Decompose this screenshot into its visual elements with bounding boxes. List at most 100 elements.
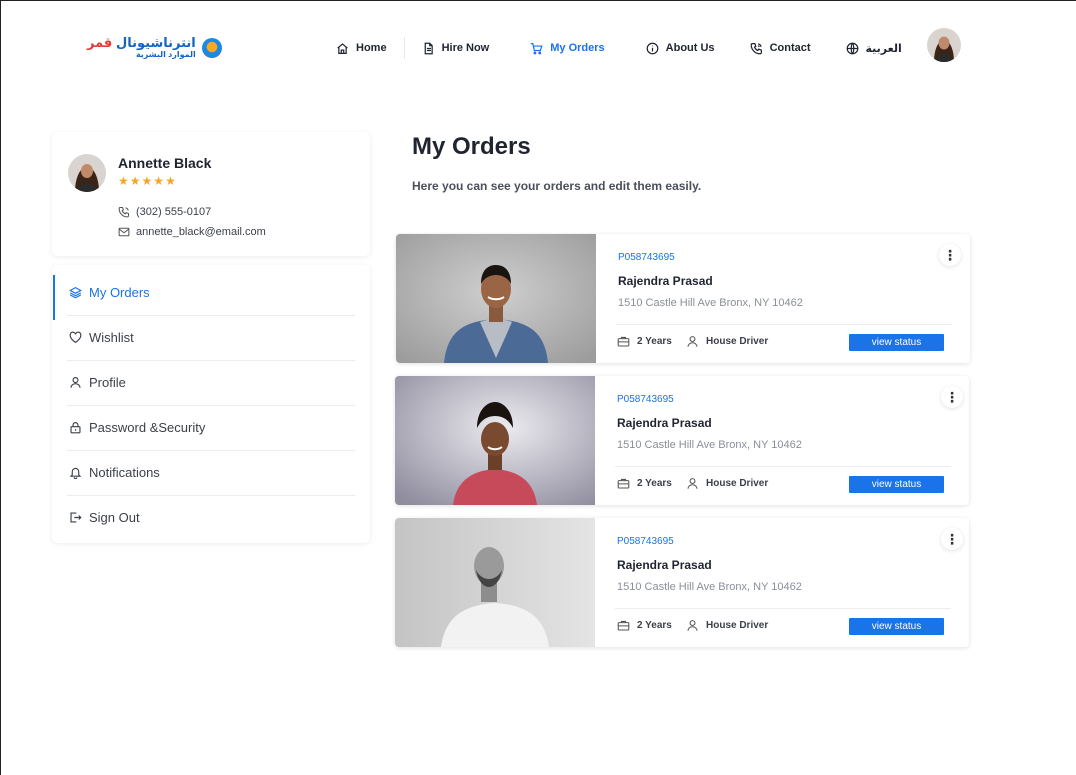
experience-text: 2 Years (637, 620, 672, 631)
sidebar-item-sign-out[interactable]: Sign Out (52, 495, 370, 540)
candidate-name: Rajendra Prasad (618, 274, 713, 288)
page-subtitle: Here you can see your orders and edit th… (412, 179, 702, 193)
profile-card: Annette Black ★ ★ ★ ★ ★ (302) 555-0107 a… (52, 132, 370, 256)
order-id[interactable]: P058743695 (617, 394, 674, 405)
nav-my-orders[interactable]: My Orders (530, 42, 605, 55)
nav-my-orders-label: My Orders (550, 42, 605, 54)
logo-name-part2: انترناشيونال (115, 35, 196, 50)
user-icon (70, 377, 81, 388)
candidate-photo-image (396, 234, 596, 363)
sign-out-icon (70, 512, 82, 523)
order-id[interactable]: P058743695 (617, 536, 674, 547)
phone-icon (118, 206, 130, 218)
sidebar-item-label: Password &Security (89, 420, 206, 435)
experience-text: 2 Years (637, 478, 672, 489)
profile-phone-text: (302) 555-0107 (136, 206, 212, 218)
home-icon (337, 42, 348, 54)
sidebar-item-notifications[interactable]: Notifications (52, 450, 370, 495)
logo-emblem-icon (201, 37, 222, 58)
candidate-photo (396, 234, 596, 363)
sidebar-item-label: My Orders (89, 285, 150, 300)
briefcase-icon (617, 478, 630, 489)
sidebar-item-label: Profile (89, 375, 126, 390)
layers-icon (69, 286, 82, 299)
candidate-photo (395, 376, 595, 505)
profile-email: annette_black@email.com (118, 226, 266, 238)
cart-icon (531, 42, 543, 54)
view-status-button[interactable]: view status (849, 618, 944, 635)
order-role: House Driver (686, 619, 768, 632)
order-experience: 2 Years (617, 477, 672, 490)
avatar-image (68, 154, 106, 192)
experience-text: 2 Years (637, 336, 672, 347)
view-status-button[interactable]: view status (849, 334, 944, 351)
sidebar-item-my-orders[interactable]: My Orders (52, 270, 370, 320)
header-avatar[interactable] (927, 28, 961, 62)
logo-tagline: الموارد البشرية (135, 50, 196, 59)
candidate-name: Rajendra Prasad (617, 416, 712, 430)
view-status-button[interactable]: view status (849, 476, 944, 493)
profile-avatar (68, 154, 106, 192)
nav-hire-now[interactable]: Hire Now (422, 42, 490, 55)
nav-language[interactable]: العربية (846, 42, 902, 55)
brand-logo[interactable]: انترناشيونال قمر الموارد البشرية (87, 36, 222, 59)
user-icon (687, 478, 698, 489)
sidebar-menu: My Orders Wishlist Profile Password &Sec… (52, 265, 370, 543)
user-icon (687, 336, 698, 347)
nav-language-label: العربية (865, 42, 902, 55)
briefcase-icon (617, 336, 630, 347)
order-role: House Driver (686, 477, 768, 490)
role-text: House Driver (706, 336, 769, 347)
more-options-icon[interactable]: ⋮ (941, 528, 963, 550)
avatar-image (927, 28, 961, 62)
star-icon: ★ (153, 174, 165, 188)
sidebar-item-label: Wishlist (89, 330, 134, 345)
star-icon: ★ (129, 174, 141, 188)
lock-icon (70, 422, 81, 434)
star-icon: ★ (118, 174, 129, 188)
order-experience: 2 Years (617, 335, 672, 348)
role-text: House Driver (706, 478, 769, 489)
order-divider (615, 466, 951, 467)
order-experience: 2 Years (617, 619, 672, 632)
nav-home[interactable]: Home (336, 42, 387, 55)
rating-stars: ★ ★ ★ ★ ★ (118, 175, 176, 187)
order-id[interactable]: P058743695 (618, 252, 675, 263)
info-icon (646, 42, 659, 54)
sidebar-item-wishlist[interactable]: Wishlist (52, 315, 370, 360)
order-role: House Driver (686, 335, 768, 348)
document-icon (424, 42, 433, 54)
sidebar-item-label: Sign Out (89, 510, 140, 525)
nav-about-us[interactable]: About Us (646, 42, 715, 55)
profile-phone: (302) 555-0107 (118, 206, 211, 218)
sidebar-item-password-security[interactable]: Password &Security (52, 405, 370, 450)
star-icon: ★ (141, 174, 153, 188)
nav-separator (403, 37, 405, 59)
logo-name: انترناشيونال قمر (87, 36, 196, 49)
candidate-photo-image (395, 518, 595, 647)
sidebar-item-profile[interactable]: Profile (52, 360, 370, 405)
candidate-address: 1510 Castle Hill Ave Bronx, NY 10462 (617, 581, 802, 593)
order-card[interactable]: P058743695 Rajendra Prasad 1510 Castle H… (395, 518, 969, 647)
bell-icon (69, 467, 82, 479)
profile-email-text: annette_black@email.com (136, 226, 266, 238)
order-divider (615, 608, 951, 609)
order-card[interactable]: P058743695 Rajendra Prasad 1510 Castle H… (396, 234, 970, 363)
nav-home-label: Home (356, 42, 387, 54)
more-options-icon[interactable]: ⋮ (941, 386, 963, 408)
candidate-address: 1510 Castle Hill Ave Bronx, NY 10462 (617, 439, 802, 451)
nav-contact[interactable]: Contact (750, 42, 811, 55)
nav-hire-now-label: Hire Now (441, 42, 490, 54)
heart-icon (69, 331, 82, 344)
sidebar-item-label: Notifications (89, 465, 160, 480)
mail-icon (118, 227, 130, 237)
more-options-icon[interactable]: ⋮ (939, 244, 961, 266)
page-title: My Orders (412, 133, 531, 160)
order-card[interactable]: P058743695 Rajendra Prasad 1510 Castle H… (395, 376, 969, 505)
briefcase-icon (617, 620, 630, 631)
candidate-photo (395, 518, 595, 647)
globe-icon (846, 42, 858, 54)
candidate-name: Rajendra Prasad (617, 558, 712, 572)
main-nav: Home Hire Now My Orders About Us Contact… (336, 36, 902, 60)
candidate-photo-image (395, 376, 595, 505)
